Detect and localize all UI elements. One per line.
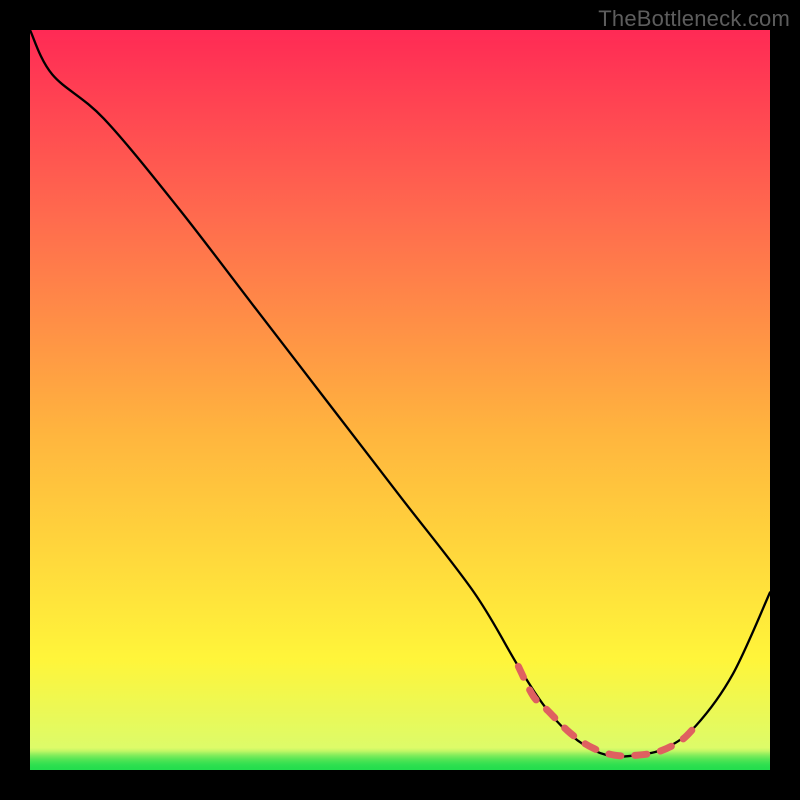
chart-svg [30, 30, 770, 770]
watermark-label: TheBottleneck.com [598, 6, 790, 32]
plot-area [30, 30, 770, 770]
chart-frame: TheBottleneck.com [0, 0, 800, 800]
gradient-background [30, 30, 770, 770]
